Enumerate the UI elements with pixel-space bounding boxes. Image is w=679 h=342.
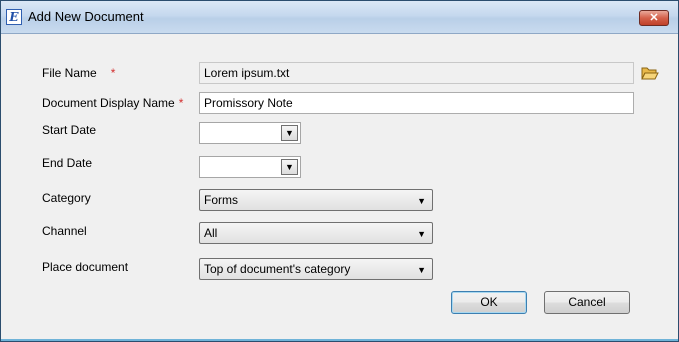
- chevron-down-icon: ▼: [417, 196, 426, 206]
- category-value: Forms: [204, 193, 238, 207]
- file-name-label-text: File Name: [42, 66, 97, 80]
- channel-value: All: [204, 226, 218, 240]
- title-bar[interactable]: E Add New Document ✕: [1, 1, 678, 34]
- start-date-picker[interactable]: ▼: [199, 122, 301, 144]
- chevron-down-icon[interactable]: ▼: [281, 125, 298, 141]
- place-document-select[interactable]: Top of document's category ▼: [199, 258, 433, 280]
- place-document-label: Place document: [42, 260, 129, 274]
- folder-open-icon[interactable]: [641, 65, 659, 81]
- file-name-field[interactable]: Lorem ipsum.txt: [199, 62, 634, 84]
- place-document-value: Top of document's category: [204, 262, 351, 276]
- chevron-down-icon: ▼: [417, 265, 426, 275]
- category-select[interactable]: Forms ▼: [199, 189, 433, 211]
- category-label: Category: [42, 191, 91, 205]
- dialog-title: Add New Document: [28, 9, 144, 24]
- ok-button[interactable]: OK: [451, 291, 527, 314]
- start-date-label: Start Date: [42, 123, 97, 137]
- display-name-label-text: Document Display Name: [42, 96, 175, 110]
- channel-select[interactable]: All ▼: [199, 222, 433, 244]
- required-marker: *: [178, 96, 184, 110]
- display-name-input[interactable]: Promissory Note: [199, 92, 634, 114]
- close-button[interactable]: ✕: [639, 10, 669, 26]
- add-document-dialog: E Add New Document ✕ File Name * Lorem ip…: [0, 0, 679, 342]
- required-marker: *: [110, 66, 116, 80]
- cancel-button[interactable]: Cancel: [544, 291, 630, 314]
- file-name-label: File Name *: [42, 66, 115, 80]
- end-date-picker[interactable]: ▼: [199, 156, 301, 178]
- channel-label: Channel: [42, 224, 87, 238]
- bottom-border: [1, 339, 678, 341]
- app-e-icon: E: [6, 9, 22, 25]
- chevron-down-icon: ▼: [417, 229, 426, 239]
- chevron-down-icon[interactable]: ▼: [281, 159, 298, 175]
- display-name-label: Document Display Name *: [42, 96, 183, 110]
- end-date-label: End Date: [42, 156, 93, 170]
